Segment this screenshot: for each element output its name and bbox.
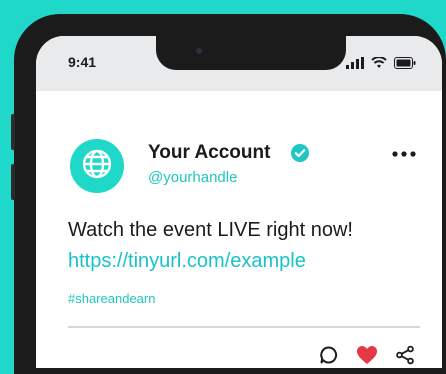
side-button <box>11 114 15 150</box>
post-text: Watch the event LIVE right now! <box>68 219 353 241</box>
post-actions <box>318 344 416 366</box>
account-handle[interactable]: @yourhandle <box>148 169 237 186</box>
comment-icon[interactable] <box>318 344 340 366</box>
phone-frame: 9:41 Your Account @yourhandle Watch the … <box>11 14 446 374</box>
more-options-icon[interactable] <box>392 138 416 164</box>
wifi-icon <box>371 56 387 74</box>
globe-icon <box>81 148 113 185</box>
heart-icon[interactable] <box>356 344 378 366</box>
status-icons <box>346 56 416 74</box>
divider <box>68 326 420 328</box>
battery-icon <box>394 56 416 74</box>
post-link[interactable]: https://tinyurl.com/example <box>68 250 306 273</box>
share-icon[interactable] <box>394 344 416 366</box>
side-button <box>11 164 15 200</box>
status-bar: 9:41 <box>36 36 442 91</box>
post-hashtag[interactable]: #shareandearn <box>68 291 155 306</box>
avatar[interactable] <box>70 139 124 193</box>
phone-screen: 9:41 Your Account @yourhandle Watch the … <box>36 36 442 368</box>
phone-notch <box>156 36 346 70</box>
account-name[interactable]: Your Account <box>148 142 270 164</box>
camera-dot <box>196 48 202 54</box>
status-time: 9:41 <box>68 54 97 70</box>
verified-badge-icon <box>290 143 310 168</box>
cellular-signal-icon <box>346 56 364 74</box>
